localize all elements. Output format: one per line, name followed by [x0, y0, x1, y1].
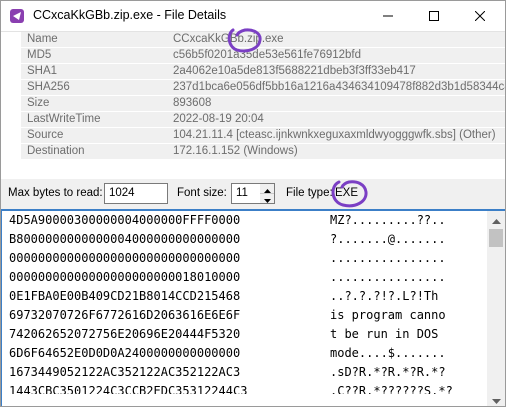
properties-gutter — [1, 32, 21, 179]
property-value[interactable]: 893608 — [167, 96, 505, 111]
title-bar[interactable]: CCxcaKkGBb.zip.exe - File Details — [1, 1, 505, 31]
property-name: SHA1 — [21, 64, 167, 79]
scroll-up-button[interactable] — [487, 211, 505, 228]
properties-grid: Name CCxcaKkGBb.zip.exe MD5 c56b5f0201a3… — [1, 31, 505, 179]
hex-line: 6D6F64652E0D0D0A2400000000000000 — [9, 346, 241, 360]
property-name: Size — [21, 96, 167, 111]
property-value[interactable]: 237d1bca6e056df5bb16a1216a434634109478f8… — [167, 80, 505, 95]
vertical-scrollbar[interactable] — [487, 211, 505, 407]
ascii-line: ................ — [330, 270, 446, 284]
chevron-down-icon — [491, 393, 501, 407]
property-row-sha256[interactable]: SHA256 237d1bca6e056df5bb16a1216a4346341… — [21, 80, 505, 96]
property-value[interactable]: 104.21.11.4 [cteasc.ijnkwnkxeguxaxmldwyo… — [167, 128, 505, 143]
hex-line: 742062652072756E20696E20444F5320 — [9, 327, 241, 341]
file-type-label: File type: — [286, 187, 333, 199]
property-name: SHA256 — [21, 80, 167, 95]
controls-bar: Max bytes to read: 1024 Font size: 11 Fi… — [1, 179, 505, 209]
property-name: Destination — [21, 144, 167, 159]
minimize-icon — [383, 11, 393, 21]
properties-empty-area — [21, 165, 505, 179]
property-row-source[interactable]: Source 104.21.11.4 [cteasc.ijnkwnkxeguxa… — [21, 128, 505, 144]
ascii-line: ?.......@....... — [330, 232, 446, 246]
ascii-line: is program canno — [330, 308, 446, 322]
hex-line: B8000000000000004000000000000000 — [9, 232, 241, 246]
property-value[interactable]: 172.16.1.152 (Windows) — [167, 144, 505, 159]
hex-line: 00000000000000000000000000000000 — [9, 251, 241, 265]
font-size-label: Font size: — [177, 187, 227, 199]
app-icon — [9, 8, 25, 24]
property-name: Source — [21, 128, 167, 143]
property-name: LastWriteTime — [21, 112, 167, 127]
scroll-thumb[interactable] — [489, 229, 503, 247]
hex-line: 4D5A90000300000004000000FFFF0000 — [9, 213, 241, 227]
hex-line: 69732070726F6772616D2063616E6E6F — [9, 308, 241, 322]
hex-line: 1443CBC3501224C3CCB2EDC35312244C3 — [9, 384, 248, 394]
ascii-line: t be run in DOS — [330, 327, 446, 341]
property-name: Name — [21, 32, 167, 47]
hex-line: 1673449052122AC352122AC352122AC3 — [9, 365, 241, 379]
font-size-input[interactable]: 11 — [231, 183, 261, 204]
property-row-name[interactable]: Name CCxcaKkGBb.zip.exe — [21, 32, 505, 48]
property-value[interactable]: c56b5f0201a35de53e561fe76912bfd — [167, 48, 505, 63]
ascii-line: ..?.?.?!?.L?!Th — [330, 289, 439, 303]
chevron-up-icon — [491, 213, 501, 227]
max-bytes-input[interactable]: 1024 — [104, 183, 168, 204]
property-name: MD5 — [21, 48, 167, 63]
hex-line: 00000000000000000000000018010000 — [9, 270, 241, 284]
hex-view[interactable]: 4D5A90000300000004000000FFFF0000 MZ?....… — [1, 209, 505, 407]
property-row-md5[interactable]: MD5 c56b5f0201a35de53e561fe76912bfd — [21, 48, 505, 64]
file-details-window: CCxcaKkGBb.zip.exe - File Details Name C… — [0, 0, 506, 407]
ascii-line: .sD?R.*?R.*?R.*? — [330, 365, 446, 379]
minimize-button[interactable] — [365, 1, 411, 31]
triangle-down-icon — [263, 192, 271, 206]
hex-line: 0E1FBA0E00B409CD21B8014CCD215468 — [9, 289, 241, 303]
file-type-value: EXE — [335, 187, 359, 199]
property-row-size[interactable]: Size 893608 — [21, 96, 505, 112]
close-icon — [475, 11, 485, 21]
ascii-line: ................ — [330, 251, 446, 265]
property-row-sha1[interactable]: SHA1 2a4062e10a5de813f5688221dbeb3f3ff33… — [21, 64, 505, 80]
property-value[interactable]: 2a4062e10a5de813f5688221dbeb3f3ff33eb417 — [167, 64, 505, 79]
property-row-lastwritetime[interactable]: LastWriteTime 2022-08-19 20:04 — [21, 112, 505, 128]
ascii-line: mode....$....... — [330, 346, 446, 360]
property-value[interactable]: 2022-08-19 20:04 — [167, 112, 505, 127]
ascii-line: MZ?.........??.. — [330, 213, 446, 227]
font-size-stepper[interactable] — [260, 183, 275, 204]
close-button[interactable] — [457, 1, 503, 31]
property-value[interactable]: CCxcaKkGBb.zip.exe — [167, 32, 505, 47]
maximize-icon — [429, 11, 439, 21]
maximize-button[interactable] — [411, 1, 457, 31]
ascii-line: .C??R.*??????S.*? — [330, 384, 453, 394]
scroll-down-button[interactable] — [487, 391, 505, 407]
max-bytes-label: Max bytes to read: — [8, 187, 103, 199]
property-row-destination[interactable]: Destination 172.16.1.152 (Windows) — [21, 144, 505, 160]
window-title: CCxcaKkGBb.zip.exe - File Details — [33, 8, 227, 22]
stepper-down-button[interactable] — [260, 194, 274, 204]
